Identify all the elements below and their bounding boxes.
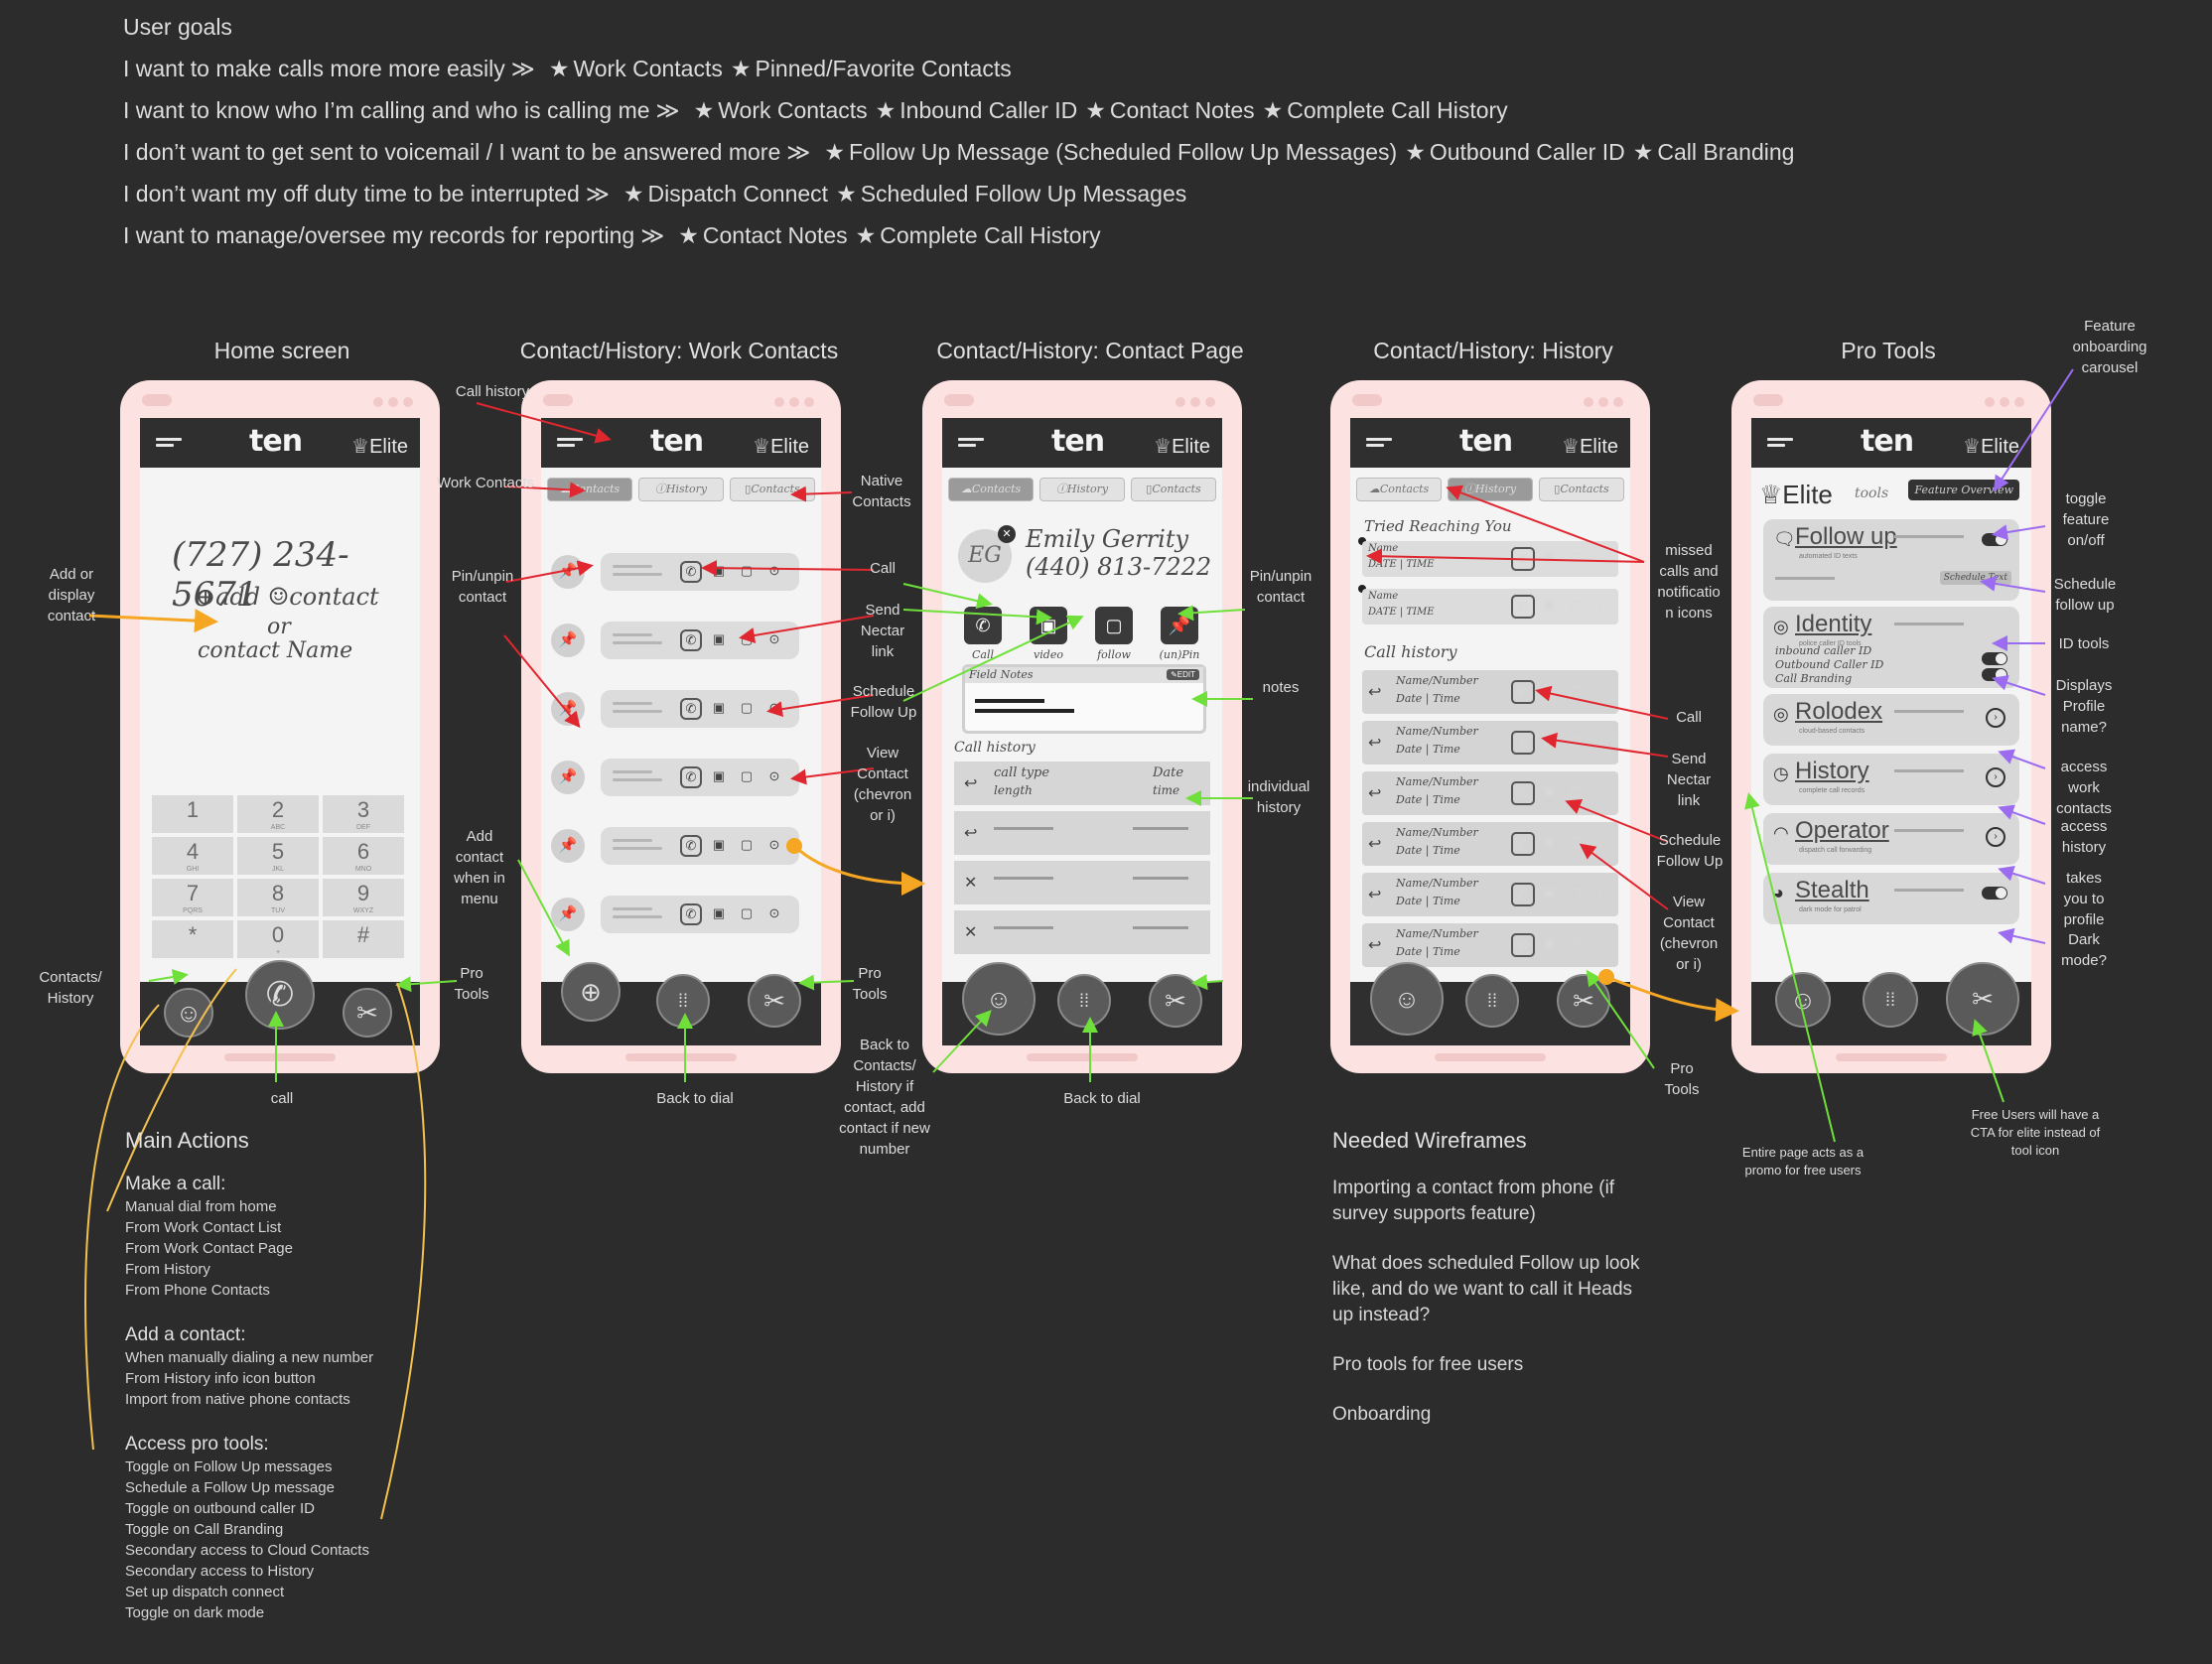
ann-pro-tools-3: Pro Tools: [1664, 1060, 1700, 1098]
ann-dark-mode: Dark mode?: [2061, 931, 2107, 969]
ann-native-contacts: Native Contacts: [852, 473, 911, 510]
needed-wireframes-title: Needed Wireframes: [1332, 1128, 1527, 1153]
ann-free-users-cta: Free Users will have a CTA for elite ins…: [1970, 1107, 2101, 1158]
ann-back-to-contacts: Back to Contacts/ History if contact, ad…: [839, 1037, 930, 1158]
ann-notes: notes: [1262, 679, 1300, 696]
needed-wireframe-item: Pro tools for free users: [1332, 1354, 1524, 1375]
ann-view-contact-2: View Contact (chevron or i): [1659, 894, 1719, 973]
main-actions-list: Make a call: Manual dial from home From Wo…: [125, 1164, 373, 1637]
main-actions-group-heading: Access pro tools:: [125, 1434, 269, 1455]
ann-id-tools: ID tools: [2058, 635, 2110, 652]
needed-wireframe-item: What does scheduled Follow up look like,…: [1332, 1253, 1640, 1325]
main-actions-item: Secondary access to History: [125, 1563, 315, 1580]
ann-toggle-feature: toggle feature on/off: [2062, 490, 2110, 549]
main-actions-item: Schedule a Follow Up message: [125, 1479, 335, 1496]
main-actions-title: Main Actions: [125, 1128, 249, 1153]
ann-add-contact-menu: Add contact when in menu: [454, 828, 505, 907]
needed-wireframes-list: Importing a contact from phone (if surve…: [1332, 1176, 1640, 1452]
main-actions-item: From Work Contact List: [125, 1219, 282, 1236]
main-actions-item: Secondary access to Cloud Contacts: [125, 1542, 369, 1559]
ann-schedule-follow-1: Schedule Follow Up: [850, 683, 917, 721]
ann-send-nectar-2: Send Nectar link: [1666, 751, 1712, 809]
main-actions-group-heading: Make a call:: [125, 1174, 226, 1194]
main-actions-item: Toggle on dark mode: [125, 1604, 265, 1621]
ann-back-to-dial-1: Back to dial: [656, 1090, 734, 1107]
needed-wireframe-item: Onboarding: [1332, 1404, 1432, 1425]
ann-pro-tools-2: Pro Tools: [852, 965, 888, 1003]
ann-call-history: Call history: [455, 383, 530, 400]
ann-pin-unpin-2: Pin/unpin contact: [1249, 568, 1313, 606]
main-actions-item: From Work Contact Page: [125, 1240, 293, 1257]
ann-contacts-history: Contacts/ History: [39, 969, 102, 1007]
ann-schedule-follow-3: Schedule follow up: [2053, 576, 2117, 614]
needed-wireframe-item: Importing a contact from phone (if surve…: [1332, 1178, 1615, 1224]
ann-call: call: [270, 1090, 294, 1107]
ann-feature-onboarding: Feature onboarding carousel: [2072, 318, 2147, 376]
ann-send-nectar-1: Send Nectar link: [860, 602, 905, 660]
ann-call-1: Call: [870, 560, 896, 577]
main-actions-item: Toggle on outbound caller ID: [125, 1500, 315, 1517]
ann-pro-tools-1: Pro Tools: [454, 965, 489, 1003]
ann-displays-profile: Displays Profile name?: [2055, 677, 2113, 736]
ann-missed-calls: missed calls and notificatio n icons: [1657, 542, 1721, 622]
ann-takes-profile: takes you to profile: [2063, 870, 2105, 928]
main-actions-item: Import from native phone contacts: [125, 1391, 350, 1408]
ann-schedule-follow-2: Schedule Follow Up: [1656, 832, 1724, 870]
main-actions-item: When manually dialing a new number: [125, 1349, 374, 1366]
ann-add-or-display: Add or display contact: [47, 566, 96, 624]
ann-call-2: Call: [1676, 709, 1702, 726]
ann-pin-unpin-1: Pin/unpin contact: [451, 568, 514, 606]
main-actions-item: Manual dial from home: [125, 1198, 277, 1215]
main-actions-group-heading: Add a contact:: [125, 1324, 246, 1345]
ann-access-history: access history: [2060, 818, 2108, 856]
ann-back-to-dial-2: Back to dial: [1063, 1090, 1141, 1107]
ann-entire-page-promo: Entire page acts as a promo for free use…: [1741, 1145, 1865, 1178]
main-actions-item: From History info icon button: [125, 1370, 316, 1387]
ann-access-work: access work contacts: [2056, 759, 2112, 817]
ann-view-contact-1: View Contact (chevron or i): [853, 745, 912, 824]
main-actions-item: From Phone Contacts: [125, 1282, 270, 1299]
main-actions-item: Set up dispatch connect: [125, 1584, 285, 1600]
main-actions-item: From History: [125, 1261, 210, 1278]
main-actions-item: Toggle on Call Branding: [125, 1521, 284, 1538]
ann-work-contacts: Work Contacts: [436, 475, 535, 491]
ann-individual-history: individual history: [1247, 778, 1311, 816]
main-actions-item: Toggle on Follow Up messages: [125, 1458, 333, 1475]
